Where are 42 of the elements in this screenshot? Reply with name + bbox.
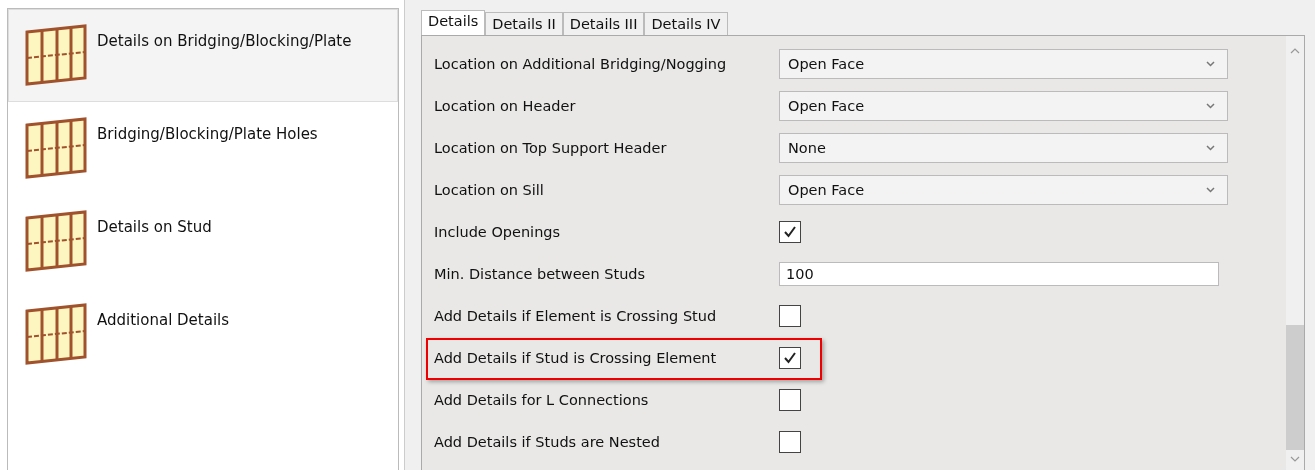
property-label: Add Details for L Connections: [434, 392, 650, 408]
chevron-down-icon: [1206, 145, 1215, 151]
chevron-down-icon: [1206, 61, 1215, 67]
scrollbar-thumb[interactable]: [1286, 325, 1304, 450]
checkbox[interactable]: [779, 431, 801, 453]
input-field[interactable]: 100: [779, 262, 1219, 286]
wall-frame-icon: [23, 301, 89, 367]
property-label: Include Openings: [434, 224, 562, 240]
property-label: Location on Additional Bridging/Nogging: [434, 56, 728, 72]
wall-frame-icon: [23, 208, 89, 274]
checkbox[interactable]: [779, 305, 801, 327]
wall-frame-icon: [23, 115, 89, 181]
checkbox[interactable]: [779, 347, 801, 369]
check-icon: [782, 224, 798, 240]
property-label: Location on Header: [434, 98, 577, 114]
chevron-down-icon: [1290, 456, 1300, 462]
chevron-down-icon: [1206, 103, 1215, 109]
dropdown[interactable]: Open Face: [779, 91, 1228, 121]
property-label: Add Details if Stud is Crossing Element: [434, 350, 718, 366]
chevron-down-icon: [1206, 187, 1215, 193]
property-label: Add Details if Element is Crossing Stud: [434, 308, 718, 324]
chevron-up-icon: [1290, 48, 1300, 54]
wall-frame-icon: [23, 22, 89, 88]
tab[interactable]: Details IV: [644, 12, 728, 35]
tab[interactable]: Details III: [562, 12, 645, 35]
sidebar-item[interactable]: Bridging/Blocking/Plate Holes: [8, 102, 398, 195]
check-icon: [782, 350, 798, 366]
property-label: Min. Distance between Studs: [434, 266, 647, 282]
dropdown[interactable]: Open Face: [779, 49, 1228, 79]
sidebar-item[interactable]: Details on Bridging/Blocking/Plate: [8, 9, 398, 102]
tab[interactable]: Details II: [485, 12, 563, 35]
sidebar-item[interactable]: Additional Details: [8, 288, 398, 381]
sidebar-item[interactable]: Details on Stud: [8, 195, 398, 288]
property-label: Add Details if Studs are Nested: [434, 434, 661, 450]
scrollbar[interactable]: [1286, 36, 1304, 470]
checkbox[interactable]: [779, 221, 801, 243]
dropdown[interactable]: None: [779, 133, 1228, 163]
property-label: Location on Sill: [434, 182, 545, 198]
checkbox[interactable]: [779, 389, 801, 411]
property-label: Location on Top Support Header: [434, 140, 668, 156]
tab[interactable]: Details: [421, 10, 486, 35]
dropdown[interactable]: Open Face: [779, 175, 1228, 205]
